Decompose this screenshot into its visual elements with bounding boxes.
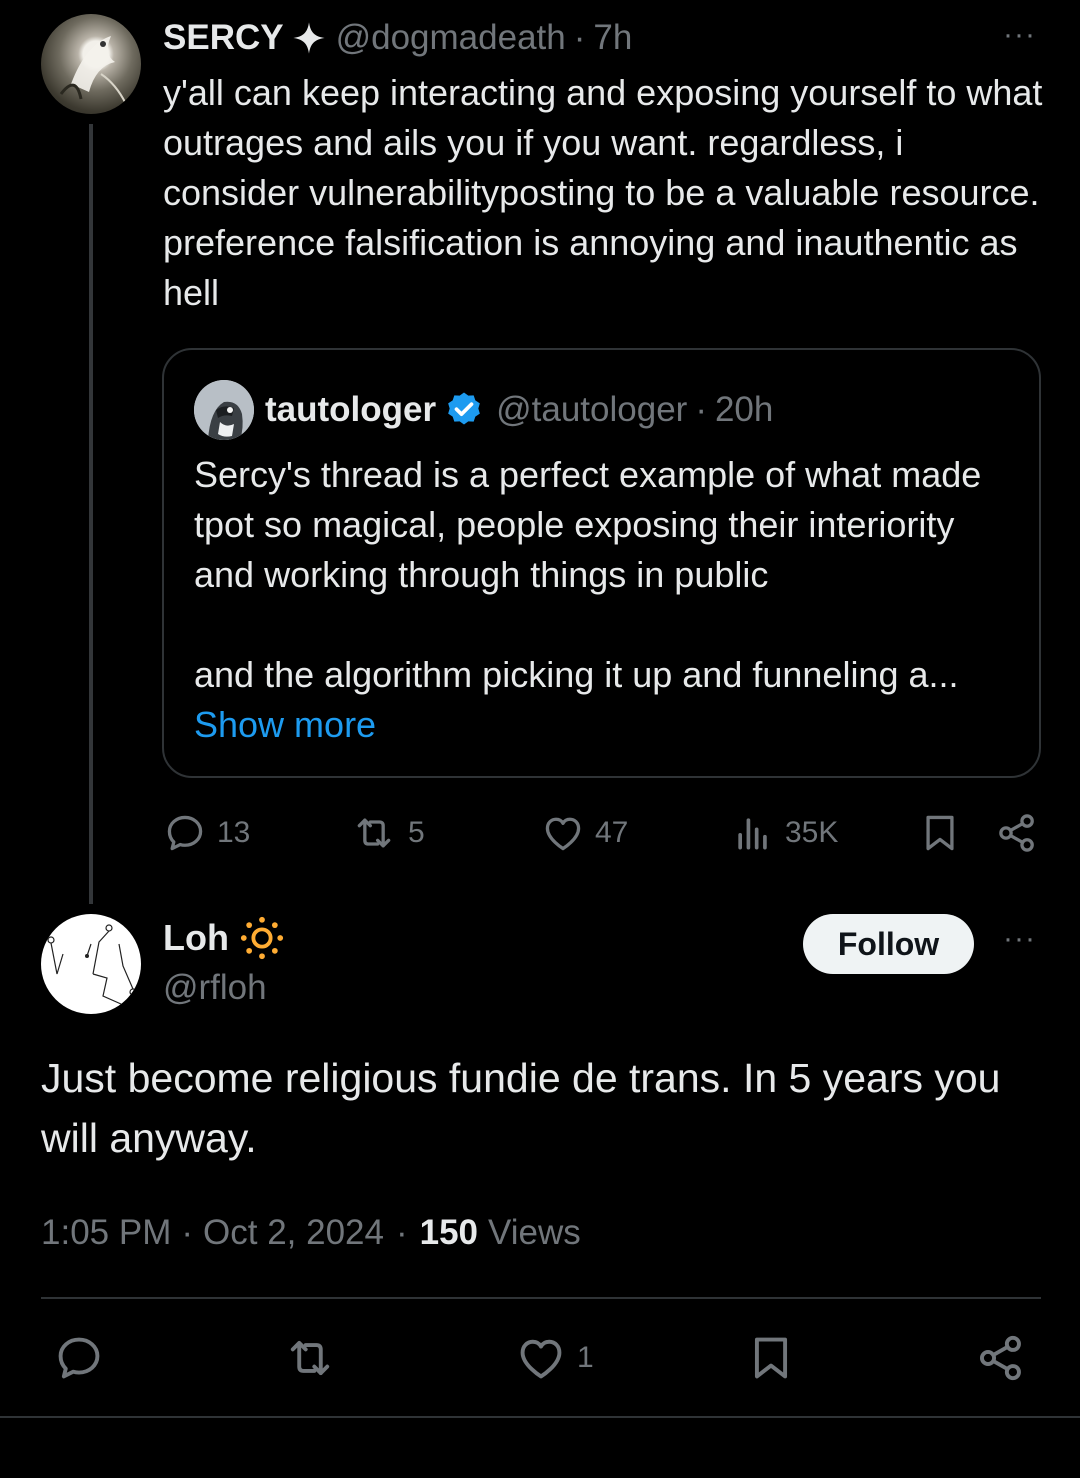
bookmark-icon: [926, 815, 954, 851]
tweet-metadata: 1:05 PM · Oct 2, 2024 · 150 Views: [41, 1208, 581, 1258]
view-count: 150: [419, 1213, 479, 1252]
quote-display-name: tautologer: [265, 390, 437, 429]
share-icon: [979, 1335, 1021, 1381]
display-name-text: Loh: [163, 917, 229, 958]
share-icon: [999, 814, 1034, 852]
repost-icon: [290, 1340, 330, 1376]
display-name[interactable]: Loh: [163, 914, 285, 962]
reply-button[interactable]: [53, 1333, 105, 1383]
reply-count: 13: [217, 816, 251, 849]
handle[interactable]: @rfloh: [163, 964, 267, 1012]
analytics-icon: [738, 818, 767, 850]
display-name[interactable]: SERCY: [163, 18, 284, 58]
reply-button[interactable]: 13: [163, 808, 250, 858]
view-count: 35K: [785, 816, 839, 849]
show-more-link[interactable]: Show more: [194, 700, 376, 750]
share-button[interactable]: [975, 1333, 1027, 1383]
like-count: 47: [595, 816, 629, 849]
views-button[interactable]: 35K: [731, 808, 838, 858]
quote-timestamp: 20h: [714, 390, 774, 429]
reply-icon: [167, 815, 203, 851]
separator: ·: [573, 18, 586, 57]
quote-text: Sercy's thread is a perfect example of w…: [194, 450, 1024, 700]
quote-avatar: [194, 380, 254, 440]
heart-icon: [520, 1339, 562, 1379]
tweet-action-bar: 1: [0, 1333, 1080, 1383]
quote-paragraph: and the algorithm picking it up and funn…: [194, 654, 959, 695]
thread-connector-line: [89, 124, 93, 904]
quote-tweet-card[interactable]: tautologer @tautologer · 20h Sercy's thr…: [162, 348, 1041, 778]
avatar[interactable]: [41, 914, 141, 1014]
separator: ·: [181, 1213, 194, 1252]
tweet-header: SERCY @dogmadeath · 7h: [163, 16, 632, 60]
views-label: Views: [488, 1213, 581, 1252]
tweet-text: y'all can keep interacting and exposing …: [163, 72, 1043, 313]
repost-button[interactable]: [282, 1333, 338, 1383]
like-button[interactable]: 47: [541, 808, 628, 858]
repost-icon: [357, 818, 391, 848]
more-options-icon[interactable]: ···: [1003, 922, 1036, 956]
handle[interactable]: @dogmadeath: [336, 18, 566, 58]
tweet-text: Just become religious fundie de trans. I…: [41, 1055, 1001, 1161]
divider: [0, 1416, 1080, 1418]
repost-button[interactable]: 5: [350, 808, 425, 858]
separator: ·: [395, 1213, 408, 1252]
avatar[interactable]: [41, 14, 141, 114]
timestamp[interactable]: 1:05 PM: [41, 1213, 171, 1253]
heart-icon: [545, 817, 581, 851]
like-button[interactable]: 1: [515, 1333, 594, 1383]
separator: ·: [695, 390, 707, 429]
quote-header: tautologer @tautologer · 20h: [265, 386, 773, 434]
four-point-star-icon: [293, 22, 325, 54]
sun-icon: [240, 916, 284, 960]
quote-paragraph: Sercy's thread is a perfect example of w…: [194, 454, 982, 595]
quote-handle: @tautologer: [496, 390, 688, 429]
timestamp[interactable]: 7h: [593, 18, 632, 58]
share-button[interactable]: [995, 808, 1039, 858]
verified-badge-icon: [448, 392, 480, 425]
bookmark-icon: [754, 1337, 788, 1379]
like-count: 1: [577, 1341, 594, 1374]
bookmark-button[interactable]: [918, 808, 962, 858]
divider: [41, 1297, 1041, 1299]
reply-icon: [58, 1337, 100, 1379]
repost-count: 5: [408, 816, 425, 849]
bookmark-button[interactable]: [745, 1333, 797, 1383]
follow-button[interactable]: Follow: [803, 914, 974, 974]
date[interactable]: Oct 2, 2024: [203, 1213, 384, 1253]
more-options-icon[interactable]: ···: [1003, 18, 1036, 52]
tweet-action-bar: 13 5 47 35K: [0, 808, 1080, 858]
